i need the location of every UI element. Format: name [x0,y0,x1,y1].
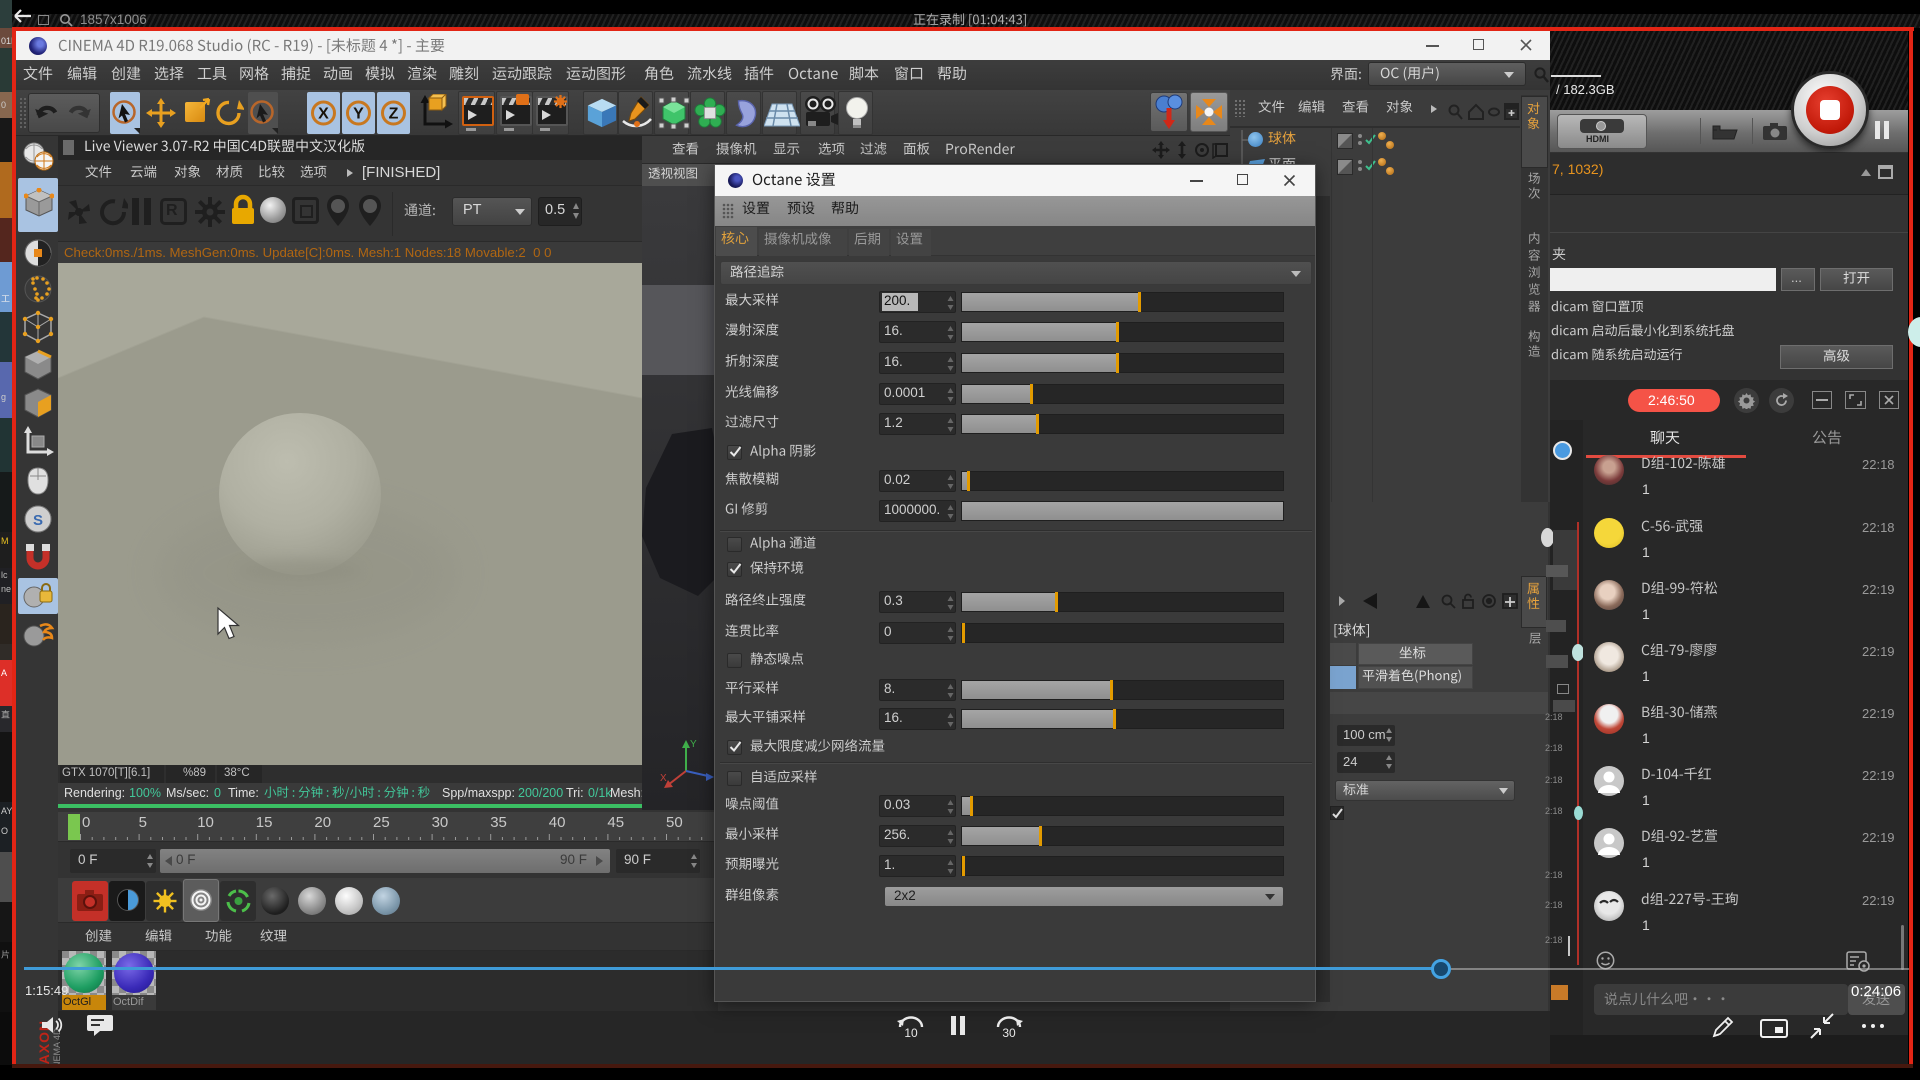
svg-text:Z: Z [389,106,399,123]
svg-text:S: S [33,512,43,529]
svg-text:Y: Y [690,739,697,750]
svg-text:X: X [318,106,329,123]
svg-text:10: 10 [904,1026,918,1039]
svg-text:30: 30 [1002,1026,1016,1039]
svg-text:Y: Y [353,106,364,123]
svg-text:X: X [660,773,667,784]
